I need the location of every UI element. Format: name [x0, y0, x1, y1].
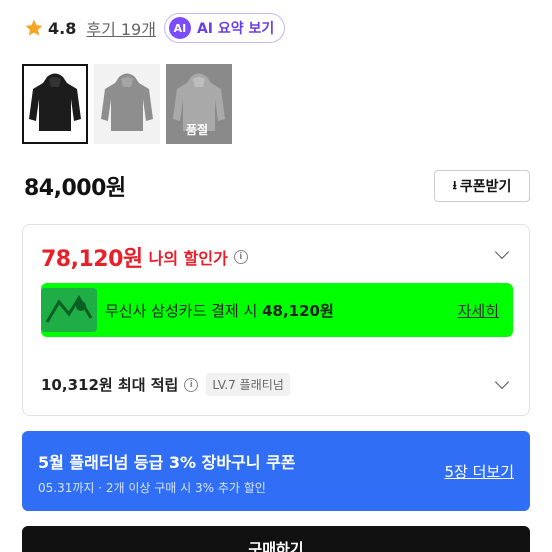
price-benefit-box: 78,120원 나의 할인가 i 무신사 삼성카드 결제 시 48,120원 자…	[22, 224, 530, 416]
card-promo-text: 무신사 삼성카드 결제 시 48,120원	[105, 301, 334, 320]
download-icon: ⭳	[452, 177, 457, 192]
discount-label: 나의 할인가	[148, 249, 228, 268]
discount-price: 78,120원	[41, 247, 143, 272]
rating-value: 4.8	[48, 18, 77, 38]
coupon-download-button[interactable]: ⭳ 쿠폰받기	[434, 170, 530, 202]
chevron-down-icon[interactable]	[494, 244, 510, 260]
info-icon[interactable]: i	[233, 250, 248, 264]
card-promo-banner[interactable]: 무신사 삼성카드 결제 시 48,120원 자세히	[41, 283, 513, 337]
platinum-title: 5월 플래티넘 등급 3% 장바구니 쿠폰	[38, 453, 296, 472]
ai-icon: AI	[168, 17, 191, 39]
my-discount-row: 78,120원 나의 할인가 i	[41, 241, 248, 273]
color-option-black[interactable]	[22, 64, 88, 144]
review-count-link[interactable]: 후기 19개	[86, 16, 156, 40]
info-icon[interactable]: i	[184, 377, 199, 392]
original-price: 84,000원	[24, 176, 126, 201]
star-icon	[25, 19, 43, 36]
level-badge: LV.7 플래티넘	[206, 373, 290, 396]
hoodie-gray-image	[101, 73, 153, 131]
hoodie-black-image	[29, 73, 81, 131]
buy-button-label: 구매하기	[248, 540, 304, 552]
buy-button[interactable]: 구매하기	[22, 526, 530, 552]
coupon-button-label: 쿠폰받기	[459, 179, 512, 195]
rating-row: 4.8 후기 19개 AI AI 요약 보기	[24, 12, 286, 44]
soldout-label: 품절	[186, 123, 209, 137]
samsung-card-image	[41, 288, 97, 332]
color-option-gray[interactable]	[94, 64, 160, 144]
platinum-subtitle: 05.31까지 · 2개 이상 구매 시 3% 추가 할인	[38, 481, 266, 495]
points-row: 10,312원 최대 적립 i LV.7 플래티넘	[41, 373, 290, 396]
ai-summary-label: AI 요약 보기	[196, 21, 275, 37]
color-option-soldout[interactable]: 품절	[166, 64, 232, 144]
platinum-coupon-banner[interactable]: 5월 플래티넘 등급 3% 장바구니 쿠폰 05.31까지 · 2개 이상 구매…	[22, 431, 530, 511]
card-detail-link[interactable]: 자세히	[458, 300, 499, 321]
chevron-down-icon[interactable]	[494, 374, 510, 390]
ai-summary-button[interactable]: AI AI 요약 보기	[163, 13, 286, 43]
max-points-text: 10,312원 최대 적립	[41, 376, 179, 394]
color-options: 품절	[22, 64, 232, 144]
platinum-more-link[interactable]: 5장 더보기	[444, 461, 514, 482]
